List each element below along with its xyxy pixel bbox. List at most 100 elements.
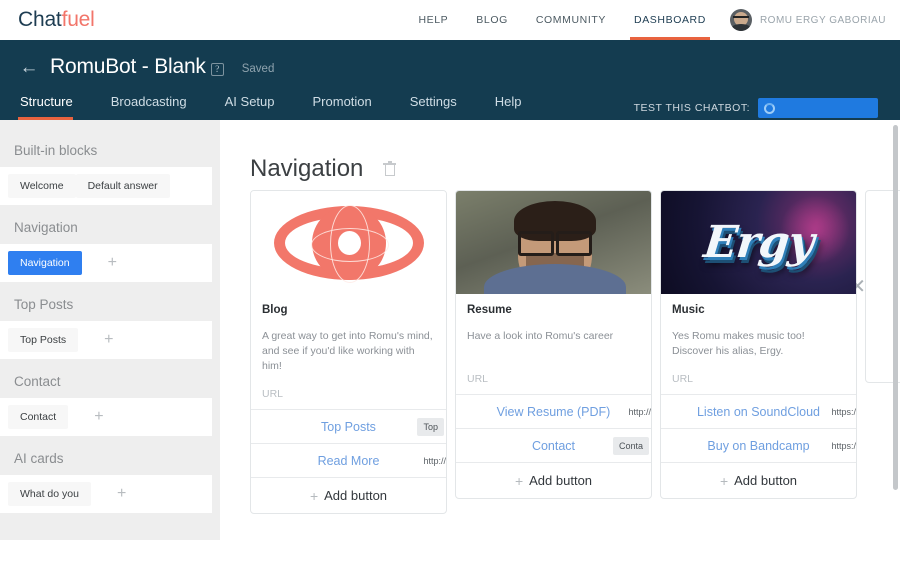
sidebar-group-ai-cards: AI cards What do you +: [0, 442, 220, 513]
gallery-card-button[interactable]: Top Posts Top: [251, 409, 446, 443]
sidebar-group-title: Contact: [14, 374, 61, 389]
bot-name: RomuBot - Blank: [50, 55, 206, 78]
back-arrow-icon[interactable]: ←: [18, 56, 40, 78]
sidebar-card: Navigation +: [0, 244, 212, 282]
sidebar-group-contact: Contact Contact +: [0, 365, 220, 436]
sidebar-card: Top Posts +: [0, 321, 212, 359]
logo-part-1: Chat: [18, 8, 62, 31]
gallery-card[interactable]: Blog A great way to get into Romu's mind…: [250, 190, 447, 514]
gallery-cards-row: Blog A great way to get into Romu's mind…: [220, 190, 900, 514]
add-button[interactable]: + Add button: [456, 462, 651, 498]
plus-icon: +: [514, 472, 524, 489]
sidebar-chip-top-posts[interactable]: Top Posts: [8, 328, 79, 352]
sidebar-chip-default-answer[interactable]: Default answer: [75, 174, 170, 198]
tab-settings[interactable]: Settings: [410, 82, 477, 120]
sidebar-add-block-button[interactable]: +: [82, 252, 143, 274]
test-chatbot-area: TEST THIS CHATBOT:: [634, 98, 878, 118]
tab-help[interactable]: Help: [495, 82, 542, 120]
user-menu[interactable]: ROMU ERGY GABORIAU: [720, 9, 892, 31]
sidebar-card: Welcome Default answer: [0, 167, 212, 205]
main-header: Navigation: [220, 120, 900, 190]
button-label: Listen on SoundCloud: [696, 404, 820, 419]
gallery-card-title[interactable]: Blog: [262, 304, 435, 316]
topnav-item-blog[interactable]: BLOG: [462, 0, 522, 40]
sidebar: Built-in blocks Welcome Default answer N…: [0, 120, 220, 540]
test-chatbot-button[interactable]: [758, 98, 878, 118]
button-label: Top Posts: [321, 419, 376, 434]
button-target-badge: Top: [417, 417, 444, 436]
logo-part-2: fuel: [61, 8, 95, 31]
sidebar-group-top-posts: Top Posts Top Posts +: [0, 288, 220, 359]
gallery-card-body: Resume Have a look into Romu's career UR…: [456, 294, 651, 394]
button-label: View Resume (PDF): [496, 404, 611, 419]
sidebar-group-title: Built-in blocks: [14, 143, 98, 158]
spinner-icon: [764, 102, 775, 114]
plus-icon: +: [719, 472, 729, 489]
gallery-card-body: Blog A great way to get into Romu's mind…: [251, 294, 446, 409]
sidebar-add-block-button[interactable]: +: [68, 406, 129, 428]
gallery-card-url-field[interactable]: URL: [262, 388, 435, 409]
bot-header: ← RomuBot - Blank ? Saved TEST THIS CHAT…: [0, 40, 900, 120]
help-question-icon[interactable]: ?: [210, 63, 224, 76]
gallery-card-description[interactable]: Have a look into Romu's career: [467, 329, 640, 359]
gallery-card-url-field[interactable]: URL: [672, 373, 845, 394]
bot-title-row: ← RomuBot - Blank ? Saved: [0, 40, 900, 82]
body-wrapper: Built-in blocks Welcome Default answer N…: [0, 120, 900, 561]
username-label: ROMU ERGY GABORIAU: [759, 14, 886, 26]
button-target-url: http://: [628, 406, 651, 417]
sidebar-chip-navigation[interactable]: Navigation: [8, 251, 82, 275]
gallery-card-button[interactable]: Buy on Bandcamp https:/: [661, 428, 856, 462]
button-target-url: http://: [423, 455, 446, 466]
chatfuel-logo[interactable]: Chatfuel: [18, 8, 95, 32]
top-bar: Chatfuel HELP BLOG COMMUNITY DASHBOARD R…: [0, 0, 900, 40]
gallery-card-description[interactable]: A great way to get into Romu's mind, and…: [262, 329, 435, 374]
sidebar-group-title: Navigation: [14, 220, 78, 235]
sidebar-group-title: Top Posts: [14, 297, 74, 312]
gallery-card[interactable]: Resume Have a look into Romu's career UR…: [455, 190, 652, 499]
sidebar-chip-contact[interactable]: Contact: [8, 405, 69, 429]
button-label: Contact: [531, 438, 576, 453]
sidebar-chip-welcome[interactable]: Welcome: [8, 174, 76, 198]
button-label: Buy on Bandcamp: [707, 438, 810, 453]
gallery-card-description[interactable]: Yes Romu makes music too! Discover his a…: [672, 329, 845, 359]
gallery-card-body: Music Yes Romu makes music too! Discover…: [661, 294, 856, 394]
vertical-scrollbar[interactable]: [893, 125, 898, 490]
topnav-item-dashboard[interactable]: DASHBOARD: [620, 0, 720, 40]
topnav-item-community[interactable]: COMMUNITY: [522, 0, 620, 40]
sidebar-group-built-in-blocks: Built-in blocks Welcome Default answer: [0, 134, 220, 205]
test-chatbot-label: TEST THIS CHATBOT:: [633, 102, 750, 114]
tab-ai-setup[interactable]: AI Setup: [225, 82, 295, 120]
gallery-card-url-field[interactable]: URL: [467, 373, 640, 394]
ergy-logo-text: Ergy: [701, 217, 816, 268]
add-button[interactable]: + Add button: [251, 477, 446, 513]
sidebar-card: Contact +: [0, 398, 212, 436]
saved-status: Saved: [241, 63, 275, 75]
button-target-url: https:/: [831, 440, 856, 451]
sidebar-group-title: AI cards: [14, 451, 64, 466]
tab-promotion[interactable]: Promotion: [313, 82, 392, 120]
gallery-card-title[interactable]: Music: [672, 304, 845, 316]
tab-broadcasting[interactable]: Broadcasting: [111, 82, 207, 120]
page-title: Navigation: [250, 155, 364, 182]
sidebar-chip-what-do-you[interactable]: What do you: [8, 482, 91, 506]
topnav-item-help[interactable]: HELP: [404, 0, 462, 40]
sidebar-card: What do you +: [0, 475, 212, 513]
button-target-url: https:/: [831, 406, 856, 417]
eye-globe-icon: [251, 191, 446, 294]
gallery-card-button[interactable]: Contact Conta: [456, 428, 651, 462]
gallery-card-button[interactable]: Read More http://: [251, 443, 446, 477]
add-button[interactable]: + Add button: [661, 462, 856, 498]
delete-block-icon[interactable]: [383, 161, 397, 177]
avatar: [729, 9, 752, 31]
top-navigation: HELP BLOG COMMUNITY DASHBOARD ROMU ERGY …: [404, 0, 900, 40]
gallery-card-button[interactable]: Listen on SoundCloud https:/: [661, 394, 856, 428]
sidebar-group-navigation: Navigation Navigation +: [0, 211, 220, 282]
gallery-card[interactable]: Ergy Music Yes Romu makes music too! Dis…: [660, 190, 857, 499]
gallery-card-button[interactable]: View Resume (PDF) http://: [456, 394, 651, 428]
plus-icon: +: [309, 487, 319, 504]
gallery-card-title[interactable]: Resume: [467, 304, 640, 316]
sidebar-add-block-button[interactable]: +: [78, 329, 139, 351]
add-button-label: Add button: [734, 473, 798, 488]
tab-structure[interactable]: Structure: [18, 82, 93, 120]
sidebar-add-block-button[interactable]: +: [91, 483, 152, 505]
